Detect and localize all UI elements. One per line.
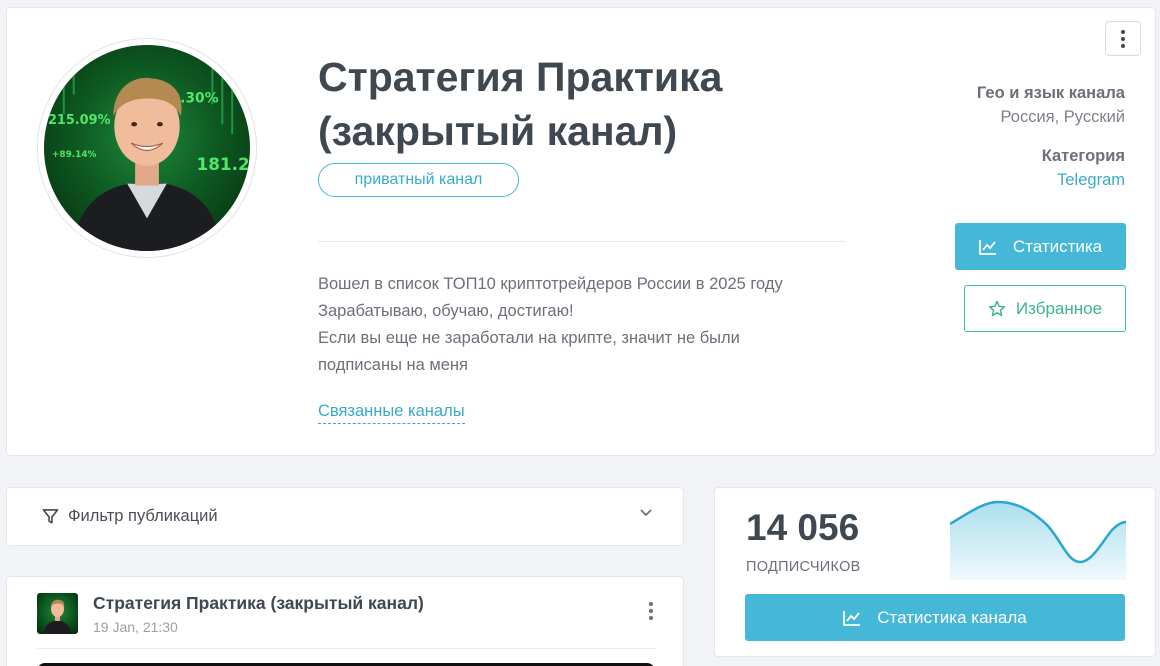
kebab-dot — [649, 609, 653, 613]
kebab-dot — [649, 616, 653, 620]
geo-value: Россия, Русский — [1000, 108, 1126, 126]
statistics-button[interactable]: Статистика — [955, 223, 1126, 270]
private-channel-badge: приватный канал — [318, 163, 519, 197]
description-line: Зарабатываю, обучаю, достигаю! — [318, 302, 574, 320]
avatar-number-2: 215.09% — [48, 113, 111, 128]
filter-label: Фильтр публикаций — [68, 507, 218, 525]
category-link[interactable]: Telegram — [1042, 171, 1125, 190]
channel-avatar-image: 79.30% 215.09% +89.14% 181.21 — [44, 45, 250, 251]
channel-card: 79.30% 215.09% +89.14% 181.21 — [6, 7, 1156, 456]
star-icon — [988, 300, 1006, 317]
kebab-menu-icon — [1121, 29, 1125, 34]
kebab-menu-icon — [649, 602, 653, 606]
post-author-avatar — [37, 593, 78, 634]
subscribers-label: ПОДПИСЧИКОВ — [746, 559, 861, 575]
post-timestamp: 19 Jan, 21:30 — [93, 619, 178, 635]
category-block: Категория Telegram — [1042, 147, 1125, 190]
post-card: Стратегия Практика (закрытый канал) 19 J… — [6, 576, 684, 666]
kebab-dot — [1121, 36, 1125, 41]
related-channels-link[interactable]: Связанные каналы — [318, 401, 465, 424]
channel-statistics-button[interactable]: Статистика канала — [745, 594, 1125, 641]
avatar-illustration: 79.30% 215.09% +89.14% 181.21 — [48, 64, 250, 251]
publication-filter[interactable]: Фильтр публикаций — [6, 487, 684, 546]
post-menu-button[interactable] — [649, 602, 653, 620]
favorite-button-label: Избранное — [1015, 298, 1103, 318]
favorite-button[interactable]: Избранное — [964, 285, 1126, 332]
avatar-number-4: 181.21 — [197, 154, 250, 174]
header-divider — [318, 241, 846, 242]
chart-line-icon — [978, 239, 996, 255]
description-line: подписаны на меня — [318, 356, 468, 374]
chevron-down-icon[interactable] — [639, 508, 653, 518]
subscribers-card: 14 056 ПОДПИСЧИКОВ Статистика канала — [714, 487, 1156, 657]
statistics-button-label: Статистика — [1012, 236, 1103, 256]
filter-funnel-icon — [42, 509, 59, 524]
geo-language-block: Гео и язык канала Россия, Русский — [977, 84, 1125, 127]
channel-statistics-button-label: Статистика канала — [877, 607, 1027, 627]
subscribers-count: 14 056 — [746, 507, 860, 548]
description-line: Если вы еще не заработали на крипте, зна… — [318, 329, 740, 347]
subscribers-sparkline — [950, 500, 1126, 580]
channel-menu-button[interactable] — [1105, 21, 1141, 56]
description-line: Вошел в список ТОП10 криптотрейдеров Рос… — [318, 275, 783, 293]
avatar-number-3: +89.14% — [52, 150, 97, 160]
avatar-illustration-small — [43, 599, 72, 634]
category-label: Категория — [1041, 147, 1125, 165]
channel-avatar: 79.30% 215.09% +89.14% 181.21 — [37, 38, 257, 258]
channel-description: Вошел в список ТОП10 криптотрейдеров Рос… — [318, 271, 858, 379]
chart-line-icon — [843, 610, 861, 626]
post-divider — [37, 648, 655, 649]
kebab-dot — [1121, 43, 1125, 48]
geo-label: Гео и язык канала — [976, 84, 1125, 102]
channel-title: Стратегия Практика (закрытый канал) — [318, 54, 723, 154]
post-author[interactable]: Стратегия Практика (закрытый канал) — [93, 593, 424, 614]
